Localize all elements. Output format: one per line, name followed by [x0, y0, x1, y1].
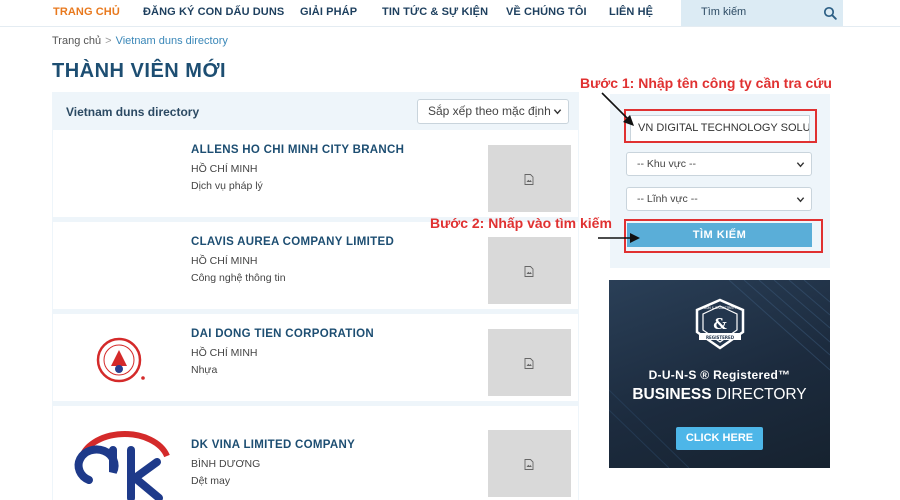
dai-dong-tien-logo — [96, 337, 145, 383]
banner-registered-text: D-U-N-S ® Registered™ — [648, 368, 791, 382]
step2-arrow-icon — [598, 233, 640, 243]
company-thumbnail[interactable] — [488, 329, 571, 396]
duns-directory-banner[interactable]: & DUN & BRADSTREET REGISTERED D-U-N-S ® … — [609, 280, 830, 468]
breadcrumb: Trang chủ > Vietnam duns directory — [52, 35, 228, 47]
company-logo-placeholder — [71, 138, 181, 210]
company-field: Dịch vụ pháp lý — [191, 180, 263, 192]
company-city: HỒ CHÍ MINH — [191, 255, 258, 267]
company-logo-placeholder — [71, 230, 181, 302]
top-nav: TRANG CHỦ ĐĂNG KÝ CON DẤU DUNS GIẢI PHÁP… — [0, 0, 900, 27]
company-name[interactable]: ALLENS HO CHI MINH CITY BRANCH — [191, 144, 404, 156]
image-file-icon — [524, 459, 534, 470]
sort-selected-value: Sắp xếp theo mặc định — [428, 104, 551, 118]
breadcrumb-home[interactable]: Trang chủ — [52, 35, 101, 47]
step1-annotation: Bước 1: Nhập tên công ty cần tra cứu — [580, 75, 832, 91]
step1-arrow-icon — [601, 92, 634, 126]
company-name[interactable]: DK VINA LIMITED COMPANY — [191, 439, 355, 451]
chevron-down-icon — [553, 109, 562, 115]
banner-directory-title: BUSINESS DIRECTORY — [609, 386, 830, 404]
company-thumbnail[interactable] — [488, 430, 571, 497]
click-here-button[interactable]: CLICK HERE — [676, 427, 763, 450]
banner-title-bold: BUSINESS — [632, 386, 712, 403]
seal-bottom-text: REGISTERED — [706, 335, 735, 340]
chevron-down-icon — [796, 197, 805, 203]
nav-register-duns[interactable]: ĐĂNG KÝ CON DẤU DUNS — [143, 6, 284, 18]
company-field: Công nghệ thông tin — [191, 272, 286, 284]
company-card[interactable]: ALLENS HO CHI MINH CITY BRANCH HỒ CHÍ MI… — [53, 130, 578, 217]
nav-solutions[interactable]: GIẢI PHÁP — [300, 6, 357, 18]
nav-contact[interactable]: LIÊN HỆ — [609, 6, 653, 18]
company-thumbnail[interactable] — [488, 145, 571, 212]
company-name[interactable]: DAI DONG TIEN CORPORATION — [191, 328, 374, 340]
nav-about[interactable]: VỀ CHÚNG TÔI — [506, 6, 587, 18]
image-file-icon — [524, 174, 534, 185]
sector-select[interactable]: -- Lĩnh vực -- — [626, 187, 812, 211]
seal-top-text: DUN & BRADSTREET — [704, 306, 737, 310]
company-card[interactable]: CLAVIS AUREA COMPANY LIMITED HỒ CHÍ MINH… — [53, 222, 578, 309]
breadcrumb-separator: > — [105, 35, 112, 47]
nav-search-input[interactable]: Tìm kiếm — [701, 6, 746, 18]
sector-selected-value: -- Lĩnh vực -- — [637, 193, 698, 205]
company-city: HỒ CHÍ MINH — [191, 163, 258, 175]
company-city: BÌNH DƯƠNG — [191, 458, 261, 470]
image-file-icon — [524, 266, 534, 277]
step2-annotation: Bước 2: Nhấp vào tìm kiếm — [430, 215, 612, 231]
banner-title-rest: DIRECTORY — [711, 386, 807, 403]
breadcrumb-current[interactable]: Vietnam duns directory — [116, 35, 228, 47]
region-selected-value: -- Khu vực -- — [637, 158, 696, 170]
dk-vina-logo — [74, 431, 170, 500]
list-header-title: Vietnam duns directory — [66, 105, 200, 119]
step1-highlight-box — [624, 109, 817, 143]
nav-home[interactable]: TRANG CHỦ — [53, 6, 120, 18]
image-file-icon — [524, 358, 534, 369]
company-city: HỒ CHÍ MINH — [191, 347, 258, 359]
region-select[interactable]: -- Khu vực -- — [626, 152, 812, 176]
company-field: Nhựa — [191, 364, 218, 376]
nav-news[interactable]: TIN TỨC & SỰ KIỆN — [382, 6, 488, 18]
search-icon[interactable] — [823, 6, 837, 20]
company-field: Dệt may — [191, 475, 231, 487]
company-name[interactable]: CLAVIS AUREA COMPANY LIMITED — [191, 236, 394, 248]
company-thumbnail[interactable] — [488, 237, 571, 304]
nav-search-box[interactable]: Tìm kiếm — [681, 0, 843, 26]
duns-registered-seal-icon: & DUN & BRADSTREET REGISTERED — [695, 298, 745, 350]
chevron-down-icon — [796, 162, 805, 168]
page-title: THÀNH VIÊN MỚI — [52, 60, 227, 82]
sort-select[interactable]: Sắp xếp theo mặc định — [417, 99, 569, 124]
company-card[interactable]: DK VINA LIMITED COMPANY BÌNH DƯƠNG Dệt m… — [53, 406, 578, 500]
company-card[interactable]: DAI DONG TIEN CORPORATION HỒ CHÍ MINH Nh… — [53, 314, 578, 401]
company-list-panel: Vietnam duns directory Sắp xếp theo mặc … — [52, 92, 579, 500]
step2-highlight-box — [624, 219, 823, 253]
svg-text:&: & — [713, 315, 727, 333]
